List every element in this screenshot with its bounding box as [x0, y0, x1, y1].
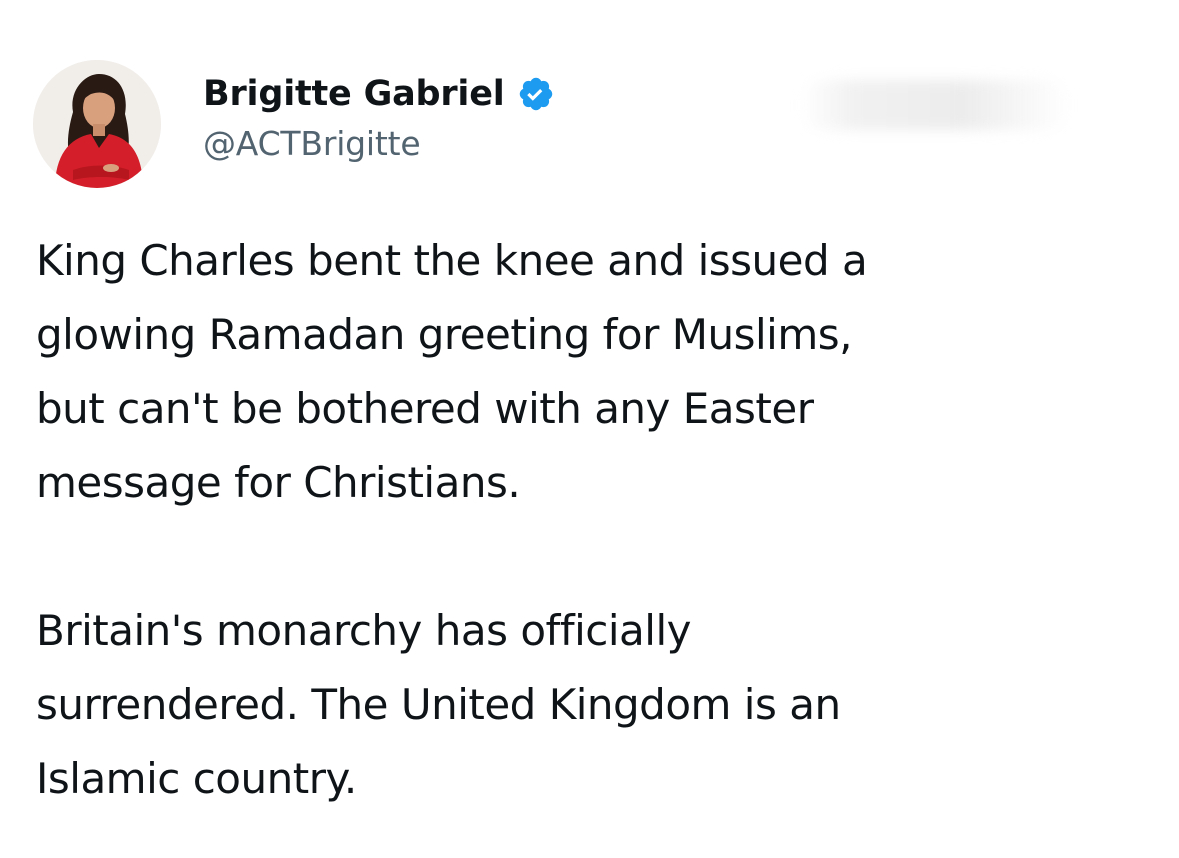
tweet-card: Brigitte Gabriel @ACTBrigitte King Charl… [0, 0, 1179, 858]
author-display-name[interactable]: Brigitte Gabriel [203, 74, 505, 114]
author-name-row: Brigitte Gabriel [203, 70, 555, 118]
tweet-paragraph: King Charles bent the knee and issued a … [36, 236, 868, 507]
tweet-body: King Charles bent the knee and issued a … [36, 224, 1156, 816]
blurred-region [800, 80, 1070, 130]
author-handle[interactable]: @ACTBrigitte [203, 124, 421, 163]
tweet-paragraph: Britain's monarchy has officially surren… [36, 606, 841, 803]
profile-photo-icon [33, 60, 161, 188]
author-avatar[interactable] [33, 60, 161, 188]
verified-badge-icon [517, 75, 555, 113]
